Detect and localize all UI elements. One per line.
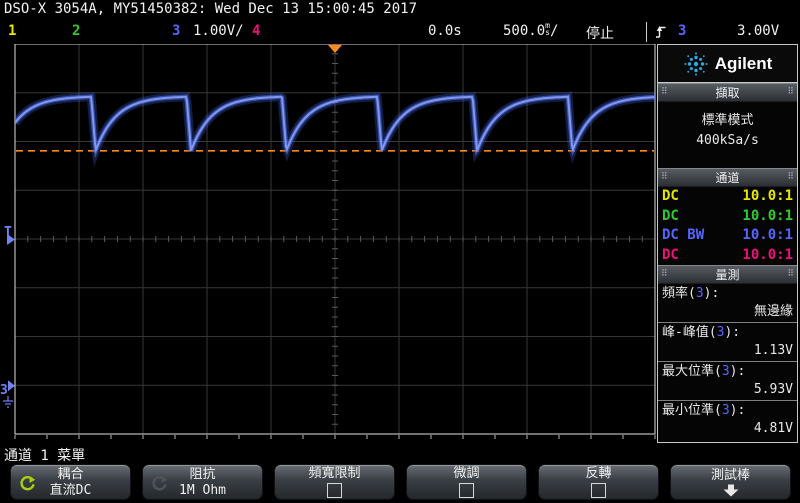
drag-grip-icon[interactable]: ⠿ [787,173,794,182]
info-panel: Agilent ⠿ 擷取 ⠿ 標準模式 400kSa/s ⠿ 通道 ⠿ DC 1… [657,44,798,443]
softkey-menu: 耦合 直流DC 阻抗 1M Ohm 頻寬限制 微調 反轉 測試棒 [0,464,800,502]
softkey-label: 測試棒 [710,467,750,483]
ch3-ground-marker-label: 3 [0,383,8,398]
channel-coupling: DC [662,246,679,263]
softkey-label: 反轉 [585,466,612,481]
trigger-level[interactable]: 3.00V [737,23,779,39]
instrument-title: DSO-X 3054A, MY51450382: Wed Dec 13 15:0… [4,1,418,17]
softkey-4[interactable]: 微調 [406,464,527,500]
measurement-list: 頻率(3): 無邊緣 峰-峰值(3): 1.13V 最大位準(3): 5.93V 最小… [658,284,797,439]
softkey-label: 微調 [453,466,480,481]
ch4-indicator[interactable]: 4 [252,23,260,39]
measure-header-label: 量測 [715,268,740,282]
drag-grip-icon[interactable]: ⠿ [787,88,794,97]
measurement-label: 最大位準(3): [662,364,746,379]
softkey-value: 直流DC [49,482,92,498]
channel-settings-list: DC 10.0:1 DC 10.0:1 DC BW 10.0:1 DC 10.0:1 [658,187,797,265]
softkey-2[interactable]: 阻抗 1M Ohm [142,464,263,500]
measurement-item: 峰-峰值(3): 1.13V [658,323,797,362]
edge-trigger-icon [655,24,667,44]
softkey-value: 1M Ohm [179,482,226,498]
drag-grip-icon[interactable]: ⠿ [787,270,794,279]
softkey-1[interactable]: 耦合 直流DC [10,464,131,500]
softkey-3[interactable]: 頻寬限制 [274,464,395,500]
drag-grip-icon[interactable]: ⠿ [661,88,668,97]
menu-title: 通道 1 菜單 [4,448,86,464]
channel-row[interactable]: DC BW 10.0:1 [658,226,797,246]
softkey-checkbox[interactable] [591,483,606,498]
acquire-mode: 標準模式 [701,113,754,128]
channels-header-label: 通道 [715,171,740,185]
agilent-logo-icon [684,52,708,75]
trigger-position-marker[interactable] [328,45,342,53]
channel-coupling: DC [662,207,679,224]
channel-row[interactable]: DC 10.0:1 [658,207,797,227]
softkey-checkbox[interactable] [327,483,342,498]
brand-header: Agilent [658,45,797,83]
sample-rate: 400kSa/s [696,133,759,148]
measurement-label: 頻率(3): [662,286,720,301]
channel-row[interactable]: DC 10.0:1 [658,246,797,266]
channel-probe-ratio: 10.0:1 [742,227,793,243]
rotate-knob-icon [20,476,36,491]
acquire-section-header[interactable]: ⠿ 擷取 ⠿ [658,83,797,102]
status-divider [646,22,647,42]
measurement-label: 峰-峰值(3): [662,325,741,340]
acquire-info: 標準模式 400kSa/s [658,102,797,168]
channel-probe-ratio: 10.0:1 [742,207,793,224]
ch3-indicator[interactable]: 3 [172,23,180,39]
measurement-value: 1.13V [753,343,793,358]
measurement-item: 最小位準(3): 4.81V [658,401,797,439]
measurement-item: 頻率(3): 無邊緣 [658,284,797,323]
measurement-value: 5.93V [753,382,793,397]
softkey-label: 耦合 [57,466,84,482]
ch2-indicator[interactable]: 2 [72,23,80,39]
channels-section-header[interactable]: ⠿ 通道 ⠿ [658,168,797,187]
channel-coupling: DC [662,188,679,204]
drag-grip-icon[interactable]: ⠿ [661,270,668,279]
status-bar: 1 2 3 1.00V/ 4 0.0s 500.0 m s / 停止 3 3.00V [0,20,800,44]
measurement-value: 無邊緣 [753,304,793,319]
ch3-scale: 1.00V/ [193,23,244,39]
softkey-label: 頻寬限制 [308,466,361,481]
ch3-ground-marker[interactable] [8,380,15,392]
softkey-checkbox[interactable] [459,483,474,498]
brand-name: Agilent [714,53,773,73]
softkey-6[interactable]: 測試棒 [670,464,791,500]
drag-grip-icon[interactable]: ⠿ [661,173,668,182]
softkey-label: 阻抗 [189,466,216,482]
measurement-item: 最大位準(3): 5.93V [658,362,797,401]
trigger-source[interactable]: 3 [678,23,686,39]
acquire-header-label: 擷取 [715,86,740,100]
ch1-indicator[interactable]: 1 [8,23,16,39]
run-state: 停止 [586,26,614,42]
horizontal-delay: 0.0s [428,23,462,39]
rotate-knob-icon [152,476,168,491]
timebase: 500.0 m s / [503,21,559,40]
softkey-5[interactable]: 反轉 [538,464,659,500]
oscilloscope-screen: T3 DSO-X 3054A, MY51450382: Wed Dec 13 1… [0,0,800,503]
measurement-label: 最小位準(3): [662,403,746,418]
measurement-value: 4.81V [753,421,793,436]
channel-row[interactable]: DC 10.0:1 [658,187,797,207]
channel-probe-ratio: 10.0:1 [742,188,793,204]
measure-section-header[interactable]: ⠿ 量測 ⠿ [658,265,797,284]
channel-coupling: DC BW [662,227,705,243]
down-arrow-icon [723,484,738,496]
channel-probe-ratio: 10.0:1 [742,246,793,263]
